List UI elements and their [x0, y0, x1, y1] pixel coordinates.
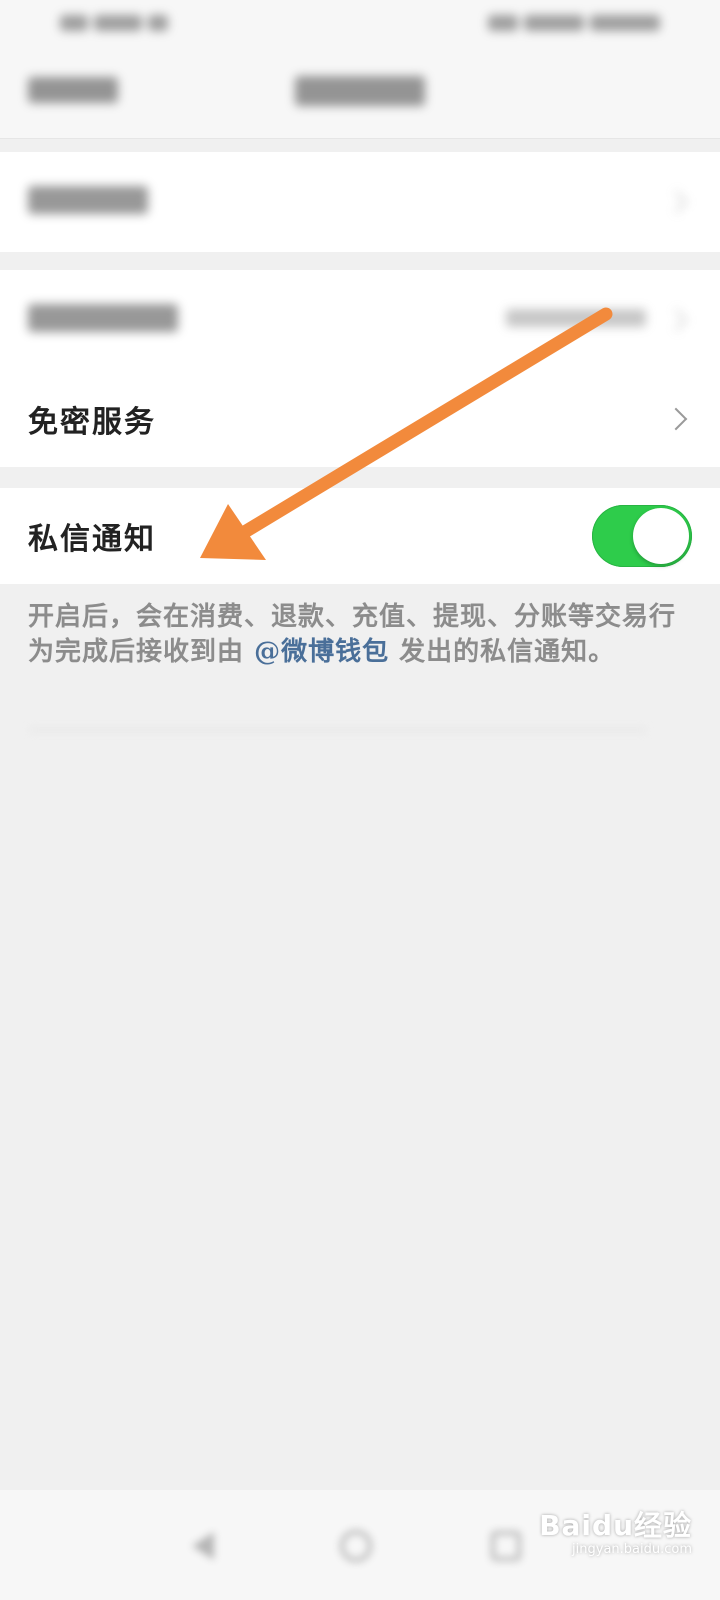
chevron-right-icon — [664, 190, 688, 214]
system-navigation-bar: Baidu经验 jingyan.baidu.com — [0, 1490, 720, 1600]
message-notification-toggle[interactable] — [592, 505, 692, 567]
page-title — [0, 76, 720, 114]
home-nav-icon[interactable] — [338, 1528, 374, 1564]
navigation-bar — [0, 48, 720, 139]
notification-hint-text: 开启后，会在消费、退款、充值、提现、分账等交易行为完成后接收到由 @微博钱包 发… — [28, 600, 692, 670]
chevron-right-icon — [664, 407, 688, 430]
recent-apps-icon[interactable] — [488, 1528, 524, 1564]
page-title-text — [295, 76, 425, 106]
carrier-icon — [94, 15, 142, 31]
status-left — [60, 10, 190, 36]
clock-icon — [590, 15, 660, 31]
bound-account-row[interactable] — [0, 270, 720, 370]
weibo-wallet-link[interactable]: @微博钱包 — [254, 637, 389, 667]
status-bar — [0, 0, 720, 48]
password-free-service-row[interactable]: 免密服务 — [0, 370, 720, 467]
battery-icon — [524, 15, 584, 31]
bound-account-label — [28, 304, 178, 336]
transaction-record-label — [28, 186, 148, 218]
chevron-right-icon — [664, 308, 688, 332]
notification-icon — [488, 15, 518, 31]
toggle-knob — [633, 508, 689, 564]
signal-icon — [60, 15, 88, 31]
baidu-jingyan-watermark: Baidu经验 jingyan.baidu.com — [539, 1496, 692, 1566]
status-right — [460, 10, 660, 36]
watermark-main: Baidu经验 — [539, 1509, 692, 1542]
back-nav-icon[interactable] — [186, 1528, 222, 1564]
watermark-sub: jingyan.baidu.com — [572, 1542, 692, 1557]
password-free-service-label: 免密服务 — [28, 404, 156, 440]
bound-account-value — [506, 309, 646, 331]
message-notification-label: 私信通知 — [28, 522, 156, 557]
transaction-record-row[interactable] — [0, 152, 720, 252]
message-notification-row: 私信通知 — [0, 488, 720, 584]
hint-after-link: 发出的私信通知。 — [399, 637, 616, 667]
blurred-divider — [28, 726, 648, 734]
wifi-icon — [148, 15, 168, 31]
